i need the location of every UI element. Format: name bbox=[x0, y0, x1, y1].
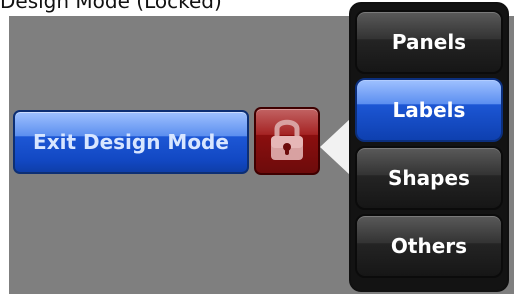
menu-item-labels[interactable]: Labels bbox=[355, 78, 503, 142]
exit-design-mode-label: Exit Design Mode bbox=[33, 130, 229, 154]
exit-design-mode-button[interactable]: Exit Design Mode bbox=[13, 110, 249, 174]
menu-item-shapes[interactable]: Shapes bbox=[355, 146, 503, 210]
menu-item-label: Panels bbox=[391, 30, 467, 54]
menu-item-panels[interactable]: Panels bbox=[355, 10, 503, 74]
menu-item-label: Labels bbox=[392, 98, 466, 122]
menu-item-others[interactable]: Others bbox=[355, 214, 503, 278]
menu-item-label: Others bbox=[390, 234, 468, 258]
menu-item-label: Shapes bbox=[388, 166, 470, 190]
lock-icon bbox=[264, 112, 310, 170]
lock-toggle-button[interactable] bbox=[254, 107, 320, 175]
side-menu: Panels Labels Shapes Others bbox=[349, 2, 509, 292]
screen-caption: Design Mode (Locked) bbox=[0, 0, 222, 13]
menu-pointer-arrow bbox=[320, 119, 350, 175]
